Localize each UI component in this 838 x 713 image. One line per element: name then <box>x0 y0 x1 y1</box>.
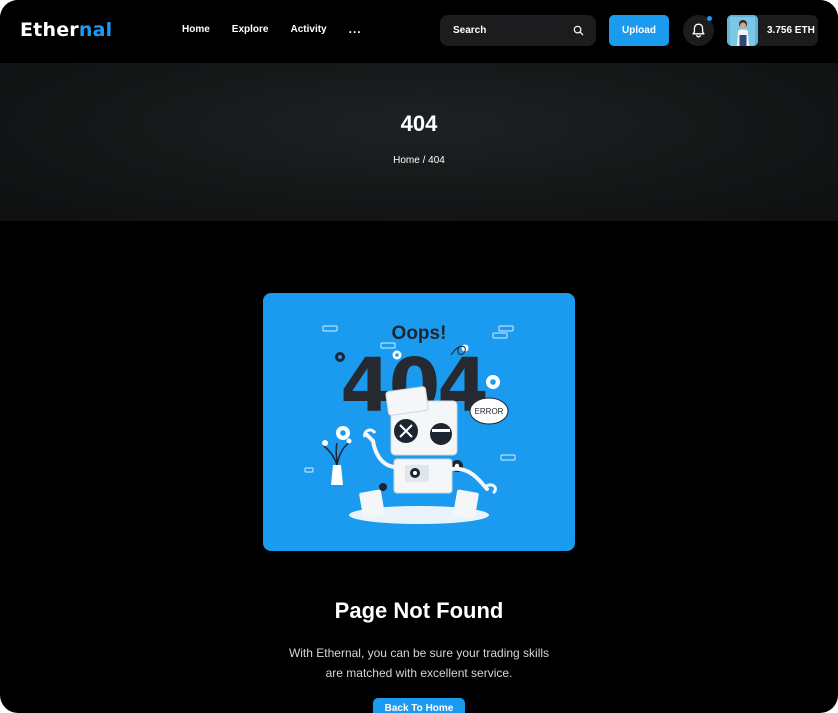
hero-title: 404 <box>400 111 438 136</box>
notification-dot <box>707 16 712 21</box>
wallet-button[interactable]: 3.756 ETH <box>727 15 818 46</box>
back-to-home-button[interactable]: Back To Home <box>373 698 465 713</box>
error-illustration: Oops! 404 ERROR <box>263 293 575 551</box>
main-nav: Home Explore Activity ... <box>182 23 384 35</box>
avatar <box>727 15 758 46</box>
nav-more[interactable]: ... <box>349 23 362 35</box>
notification-button[interactable] <box>683 15 714 46</box>
upload-button[interactable]: Upload <box>609 15 669 46</box>
page-not-found-title: Page Not Found <box>334 598 504 623</box>
search-box <box>440 15 596 46</box>
search-icon[interactable] <box>573 25 584 36</box>
header: Ethernal Home Explore Activity ... Uploa… <box>0 0 838 63</box>
description-line-2: are matched with excellent service. <box>325 666 513 680</box>
description-line-1: With Ethernal, you can be sure your trad… <box>288 646 550 660</box>
logo[interactable]: Ethernal <box>20 19 112 41</box>
page-description: With Ethernal, you can be sure your trad… <box>0 643 838 683</box>
breadcrumb: Home / 404 <box>393 155 445 166</box>
error-bubble-text: ERROR <box>475 407 504 416</box>
page-hero: 404 Home / 404 <box>0 63 838 221</box>
logo-text-accent: nal <box>78 19 113 41</box>
wallet-balance: 3.756 ETH <box>767 25 815 36</box>
nav-home[interactable]: Home <box>182 24 210 35</box>
nav-activity[interactable]: Activity <box>290 24 326 35</box>
search-input[interactable] <box>440 15 570 46</box>
nav-explore[interactable]: Explore <box>232 24 269 35</box>
oops-text: Oops! <box>392 323 447 344</box>
page-frame: Ethernal Home Explore Activity ... Uploa… <box>0 0 838 713</box>
bell-icon <box>692 23 705 38</box>
logo-text-main: Ether <box>20 19 79 41</box>
